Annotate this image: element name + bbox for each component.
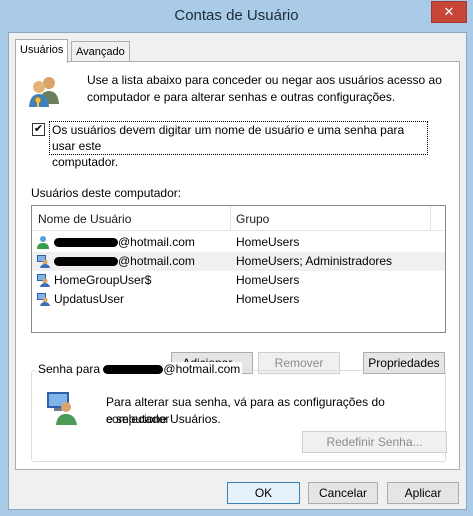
require-login-label[interactable]: Os usuários devem digitar um nome de usu… — [49, 121, 428, 169]
user-account-icon — [37, 236, 49, 249]
ok-button[interactable]: OK — [227, 482, 300, 504]
intro-line-1: Use a lista abaixo para conceder ou nega… — [87, 73, 442, 87]
password-text-line-2: e selecione Usuários. — [106, 412, 221, 426]
group-cell: HomeUsers — [236, 235, 300, 249]
cancel-button[interactable]: Cancelar — [308, 482, 378, 504]
column-header-username[interactable]: Nome de Usuário — [38, 212, 131, 226]
dialog-client-area: Usuários Avançado Use a lista abaixo par… — [8, 32, 467, 510]
column-separator[interactable] — [230, 206, 231, 230]
table-row[interactable]: @hotmail.com HomeUsers — [32, 233, 445, 252]
users-list-header: Nome de Usuário Grupo — [32, 206, 445, 231]
username-cell: UpdatusUser — [54, 292, 125, 306]
password-group-label: Senha para @hotmail.com — [36, 362, 243, 376]
table-row[interactable]: HomeGroupUser$ HomeUsers — [32, 271, 445, 290]
column-separator[interactable] — [430, 206, 431, 230]
username-cell: HomeGroupUser$ — [54, 273, 152, 287]
intro-line-2: computador e para alterar senhas e outra… — [87, 90, 396, 104]
reset-password-button[interactable]: Redefinir Senha... — [302, 431, 447, 453]
tab-avancado-label: Avançado — [76, 46, 125, 58]
password-user-icon — [47, 392, 77, 425]
redacted-name — [54, 238, 118, 248]
users-tab-page: Use a lista abaixo para conceder ou nega… — [15, 61, 460, 470]
title-bar: Contas de Usuário ✕ — [0, 0, 473, 32]
column-header-group[interactable]: Grupo — [236, 212, 269, 226]
require-login-checkbox[interactable]: ✔ — [32, 123, 45, 136]
username-cell: @hotmail.com — [54, 254, 195, 268]
window-title: Contas de Usuário — [174, 7, 299, 24]
tab-avancado[interactable]: Avançado — [71, 41, 130, 62]
require-login-line-1: Os usuários devem digitar um nome de usu… — [52, 123, 405, 153]
table-row[interactable]: @hotmail.com HomeUsers; Administradores — [32, 252, 445, 271]
group-cell: HomeUsers; Administradores — [236, 254, 393, 268]
admin-account-icon — [37, 255, 50, 268]
group-cell: HomeUsers — [236, 273, 300, 287]
redacted-name — [54, 257, 118, 267]
password-group: Senha para @hotmail.com Para alterar sua… — [31, 362, 447, 462]
admin-account-icon — [37, 274, 50, 287]
tab-usuarios[interactable]: Usuários — [15, 39, 69, 63]
users-list[interactable]: Nome de Usuário Grupo @hotmail.com HomeU… — [31, 205, 446, 333]
admin-account-icon — [37, 293, 50, 306]
group-cell: HomeUsers — [236, 292, 300, 306]
apply-button[interactable]: Aplicar — [387, 482, 459, 504]
require-login-line-2: computador. — [52, 155, 119, 169]
close-button[interactable]: ✕ — [431, 1, 467, 23]
users-section-label: Usuários deste computador: — [31, 186, 182, 200]
username-cell: @hotmail.com — [54, 235, 195, 249]
users-icon — [29, 77, 59, 107]
table-row[interactable]: UpdatusUser HomeUsers — [32, 290, 445, 309]
tab-usuarios-label: Usuários — [20, 44, 64, 56]
redacted-name — [103, 365, 164, 375]
